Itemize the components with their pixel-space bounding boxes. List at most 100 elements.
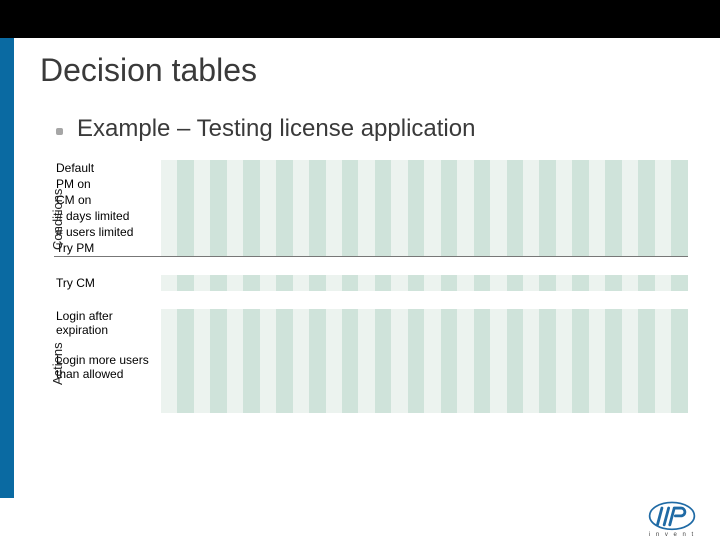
table-cell [293, 192, 309, 208]
table-cell [671, 208, 688, 224]
table-cell [293, 208, 309, 224]
table-cell [441, 381, 457, 397]
table-cell [474, 309, 490, 337]
table-cell [309, 240, 325, 257]
table-cell [391, 224, 407, 240]
conditions-section-label: Conditions [50, 189, 65, 250]
table-row: CM on [54, 192, 688, 208]
table-cell [441, 353, 457, 381]
table-cell [227, 160, 243, 176]
table-cell [358, 192, 374, 208]
table-cell [539, 353, 555, 381]
table-cell [227, 353, 243, 381]
table-cell [572, 224, 588, 240]
table-cell [556, 160, 572, 176]
table-cell [523, 208, 539, 224]
table-cell [177, 381, 193, 397]
table-cell [507, 337, 523, 353]
table-row: # days limited [54, 208, 688, 224]
table-cell [655, 397, 671, 413]
table-cell [556, 381, 572, 397]
table-cell [638, 337, 654, 353]
table-cell [490, 160, 506, 176]
table-cell [408, 337, 424, 353]
table-cell [556, 275, 572, 291]
table-cell [457, 275, 473, 291]
table-cell [556, 208, 572, 224]
table-cell [210, 224, 226, 240]
table-cell [293, 275, 309, 291]
table-cell [507, 160, 523, 176]
table-cell [457, 337, 473, 353]
table-cell [474, 381, 490, 397]
table-cell [391, 397, 407, 413]
table-cell [161, 176, 177, 192]
table-row: PM on [54, 176, 688, 192]
table-cell [326, 381, 342, 397]
table-cell [260, 224, 276, 240]
table-cell [605, 397, 621, 413]
table-cell [177, 275, 193, 291]
table-cell [424, 208, 440, 224]
table-cell [638, 160, 654, 176]
table-cell [424, 275, 440, 291]
table-cell [556, 224, 572, 240]
table-cell [276, 381, 292, 397]
table-cell [507, 275, 523, 291]
table-cell [326, 275, 342, 291]
table-cell [474, 275, 490, 291]
table-cell [638, 192, 654, 208]
table-cell [457, 224, 473, 240]
table-cell [539, 224, 555, 240]
table-cell [622, 337, 638, 353]
table-cell [424, 381, 440, 397]
table-cell [342, 353, 358, 381]
table-cell [177, 224, 193, 240]
table-cell [605, 160, 621, 176]
table-cell [556, 337, 572, 353]
table-cell [309, 309, 325, 337]
table-cell [441, 192, 457, 208]
table-cell [391, 309, 407, 337]
row-label: CM on [54, 192, 161, 208]
table-cell [309, 337, 325, 353]
table-cell [671, 160, 688, 176]
table-cell [375, 353, 391, 381]
table-cell [358, 275, 374, 291]
table-cell [227, 192, 243, 208]
spacer-row [54, 291, 688, 309]
table-cell [474, 397, 490, 413]
table-cell [507, 176, 523, 192]
table-cell [227, 397, 243, 413]
table-cell [655, 353, 671, 381]
table-cell [326, 397, 342, 413]
table-cell [523, 192, 539, 208]
table-cell [326, 309, 342, 337]
table-cell [539, 160, 555, 176]
table-cell [326, 160, 342, 176]
table-cell [572, 381, 588, 397]
table-cell [474, 160, 490, 176]
table-cell [572, 176, 588, 192]
table-cell [210, 192, 226, 208]
table-cell [408, 381, 424, 397]
table-cell [671, 275, 688, 291]
table-cell [391, 208, 407, 224]
table-cell [293, 381, 309, 397]
table-cell [342, 208, 358, 224]
table-cell [589, 160, 605, 176]
table-cell [161, 353, 177, 381]
table-cell [194, 381, 210, 397]
table-cell [375, 397, 391, 413]
table-cell [539, 275, 555, 291]
table-cell [474, 353, 490, 381]
table-cell [342, 337, 358, 353]
table-cell [572, 353, 588, 381]
table-cell [424, 309, 440, 337]
table-cell [276, 240, 292, 257]
table-cell [655, 176, 671, 192]
table-cell [523, 224, 539, 240]
table-cell [622, 381, 638, 397]
table-cell [589, 337, 605, 353]
table-row [54, 397, 688, 413]
